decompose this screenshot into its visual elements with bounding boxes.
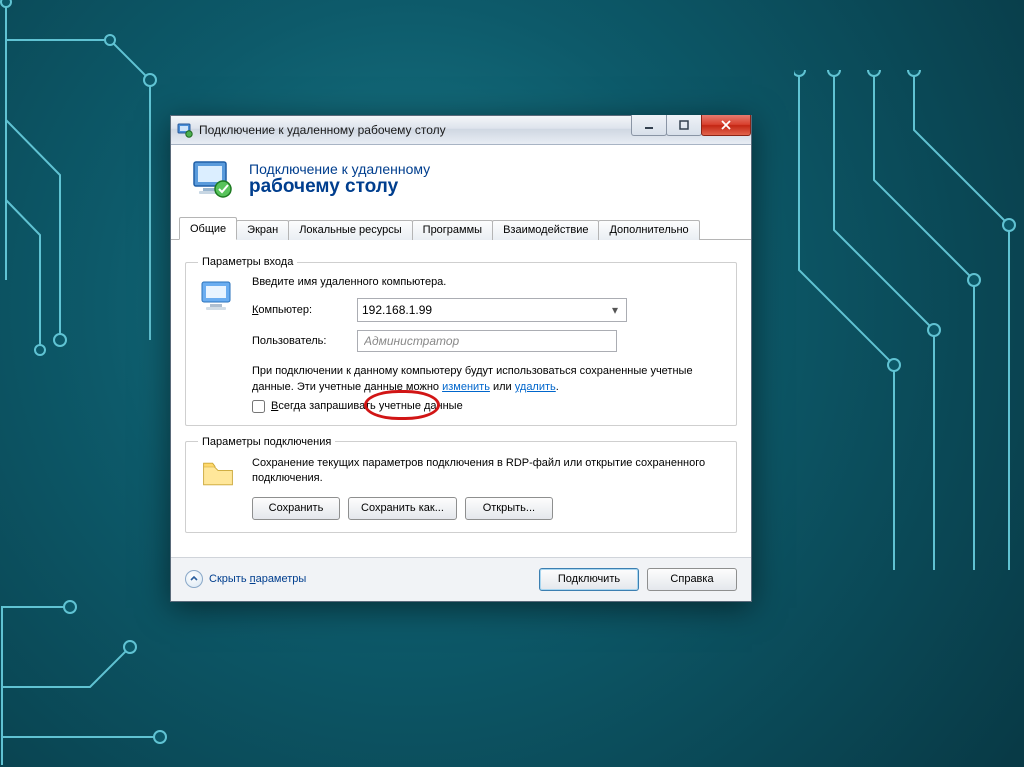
credentials-note: При подключении к данному компьютеру буд… [252, 364, 724, 396]
hide-options-link[interactable]: Скрыть параметры [185, 570, 306, 588]
dialog-header: Подключение к удаленному рабочему столу [171, 145, 751, 211]
computer-value: 192.168.1.99 [362, 303, 432, 317]
checkbox-always-ask-row[interactable]: Всегда запрашивать учетные данные [252, 400, 724, 413]
tab-general[interactable]: Общие [179, 217, 237, 240]
label-computer: Компьютер: [252, 304, 347, 316]
close-button[interactable] [701, 115, 751, 136]
tab-local-resources[interactable]: Локальные ресурсы [288, 220, 412, 240]
chevron-down-icon: ▾ [608, 303, 622, 317]
maximize-button[interactable] [666, 115, 702, 136]
header-line2: рабочему столу [249, 177, 430, 198]
connect-button[interactable]: Подключить [539, 568, 639, 591]
save-button[interactable]: Сохранить [252, 497, 340, 520]
tab-experience[interactable]: Взаимодействие [492, 220, 599, 240]
tab-programs[interactable]: Программы [412, 220, 493, 240]
decoration-circuit-right [794, 70, 1024, 590]
tabstrip: Общие Экран Локальные ресурсы Программы … [171, 215, 751, 240]
header-line1: Подключение к удаленному [249, 161, 430, 177]
desktop-background: Подключение к удаленному рабочему столу [0, 0, 1024, 767]
link-edit-credentials[interactable]: изменить [442, 381, 490, 393]
checkbox-always-ask[interactable] [252, 400, 265, 413]
link-delete-credentials[interactable]: удалить [515, 381, 556, 393]
rdp-logo-icon [191, 159, 235, 199]
login-instruction: Введите имя удаленного компьютера. [252, 276, 724, 288]
save-as-button[interactable]: Сохранить как... [348, 497, 457, 520]
help-button[interactable]: Справка [647, 568, 737, 591]
rdp-title-icon [177, 122, 193, 138]
folder-icon [198, 456, 238, 495]
user-field[interactable] [357, 330, 617, 352]
group-login: Параметры входа Введите имя удаленного к… [185, 256, 737, 426]
titlebar[interactable]: Подключение к удаленному рабочему столу [171, 116, 751, 145]
group-login-legend: Параметры входа [198, 256, 297, 268]
group-connection: Параметры подключения Сохранение текущих… [185, 436, 737, 533]
tab-panel-general: Параметры входа Введите имя удаленного к… [179, 246, 743, 547]
computer-combobox[interactable]: 192.168.1.99 ▾ [357, 298, 627, 322]
rdp-window: Подключение к удаленному рабочему столу [170, 115, 752, 602]
dialog-footer: Скрыть параметры Подключить Справка [171, 557, 751, 601]
label-user: Пользователь: [252, 335, 347, 347]
collapse-arrow-icon [185, 570, 203, 588]
group-connection-legend: Параметры подключения [198, 436, 335, 448]
tab-display[interactable]: Экран [236, 220, 289, 240]
minimize-button[interactable] [631, 115, 667, 136]
tab-advanced[interactable]: Дополнительно [598, 220, 699, 240]
connection-description: Сохранение текущих параметров подключени… [252, 456, 724, 487]
computer-icon [198, 276, 238, 319]
open-button[interactable]: Открыть... [465, 497, 553, 520]
decoration-circuit-bottom-left [0, 567, 180, 767]
